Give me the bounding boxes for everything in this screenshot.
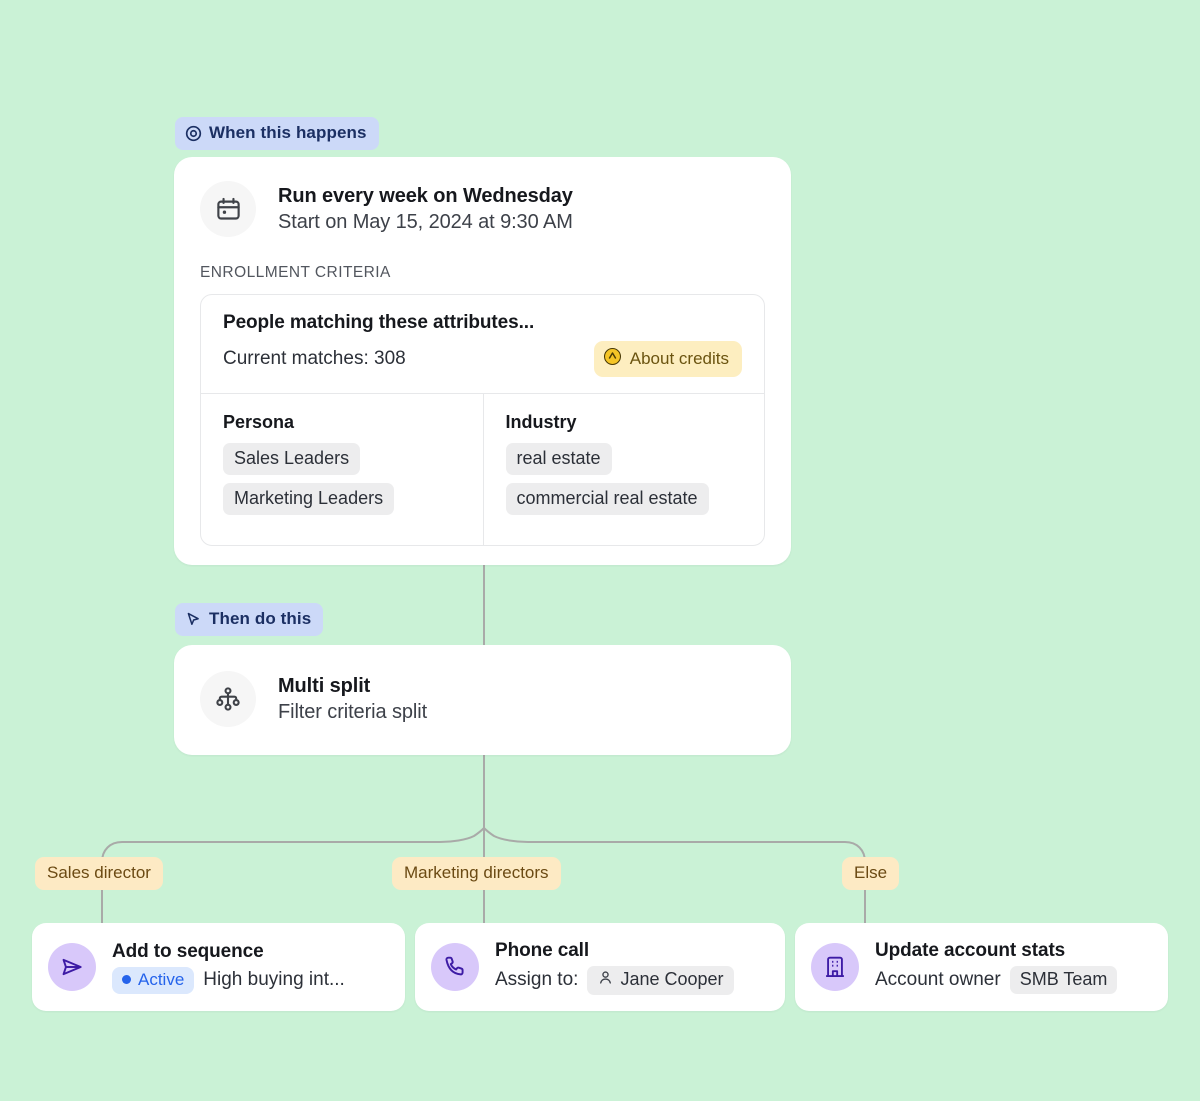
multi-split-header: Multi split Filter criteria split: [174, 645, 791, 753]
enrollment-criteria-label: ENROLLMENT CRITERIA: [200, 264, 391, 281]
trigger-title: Run every week on Wednesday: [278, 184, 573, 207]
criteria-tag[interactable]: Sales Leaders: [223, 443, 361, 475]
account-owner-chip[interactable]: SMB Team: [1009, 966, 1118, 994]
sequence-name: High buying int...: [203, 969, 345, 990]
building-icon: [811, 943, 859, 991]
status-badge: Active: [112, 966, 195, 994]
cursor-icon: [185, 611, 202, 628]
multi-split-card[interactable]: Multi split Filter criteria split: [174, 645, 791, 755]
account-owner-name: SMB Team: [1019, 969, 1108, 989]
multi-split-title: Multi split: [278, 674, 371, 697]
criteria-tag[interactable]: Marketing Leaders: [223, 483, 395, 515]
action-card-update-account-stats[interactable]: Update account stats Account owner SMB T…: [795, 923, 1168, 1011]
trigger-card[interactable]: Run every week on Wednesday Start on May…: [174, 157, 791, 565]
trigger-subtitle: Start on May 15, 2024 at 9:30 AM: [278, 210, 573, 233]
user-icon: [597, 969, 614, 991]
criteria-columns: Persona Sales Leaders Marketing Leaders …: [201, 393, 764, 545]
criteria-tag[interactable]: commercial real estate: [505, 483, 709, 515]
column-title: Persona: [223, 412, 295, 432]
criteria-title: People matching these attributes...: [223, 312, 535, 333]
action-title: Phone call: [495, 939, 590, 961]
criteria-summary: People matching these attributes... Curr…: [201, 295, 764, 393]
multi-split-icon: [200, 671, 256, 727]
credits-icon: [603, 347, 622, 371]
criteria-column-industry: Industry real estate commercial real est…: [482, 394, 765, 545]
status-label: Active: [138, 969, 185, 989]
trigger-header: Run every week on Wednesday Start on May…: [200, 181, 765, 237]
column-title: Industry: [505, 412, 577, 432]
criteria-column-persona: Persona Sales Leaders Marketing Leaders: [201, 394, 483, 545]
badge-then-label: Then do this: [209, 609, 312, 628]
target-icon: [185, 125, 202, 142]
action-title: Add to sequence: [112, 940, 264, 962]
about-credits-label: About credits: [629, 349, 729, 368]
about-credits-button[interactable]: About credits: [593, 341, 742, 377]
enrollment-criteria-box[interactable]: People matching these attributes... Curr…: [200, 294, 765, 546]
status-dot-icon: [122, 975, 131, 984]
assignee-chip[interactable]: Jane Cooper: [587, 965, 734, 995]
badge-then-do-this: Then do this: [175, 603, 324, 636]
assign-to-label: Assign to:: [495, 969, 579, 990]
account-owner-label: Account owner: [875, 969, 1001, 990]
criteria-match-count: Current matches: 308: [223, 348, 406, 369]
send-icon: [48, 943, 96, 991]
multi-split-subtitle: Filter criteria split: [278, 700, 428, 723]
phone-icon: [431, 943, 479, 991]
workflow-canvas: When this happens Run every week on Wedn…: [0, 0, 1200, 1101]
branch-label-else[interactable]: Else: [842, 857, 900, 890]
badge-when-this-happens: When this happens: [175, 117, 379, 150]
assignee-name: Jane Cooper: [620, 969, 724, 989]
action-card-phone-call[interactable]: Phone call Assign to: Jane Cooper: [415, 923, 785, 1011]
calendar-icon: [200, 181, 256, 237]
action-title: Update account stats: [875, 940, 1066, 961]
criteria-tag[interactable]: real estate: [505, 443, 612, 475]
badge-when-label: When this happens: [209, 123, 367, 142]
branch-label-sales-director[interactable]: Sales director: [35, 857, 163, 890]
branch-label-marketing-directors[interactable]: Marketing directors: [392, 857, 561, 890]
action-card-add-to-sequence[interactable]: Add to sequence Active High buying int..…: [32, 923, 405, 1011]
